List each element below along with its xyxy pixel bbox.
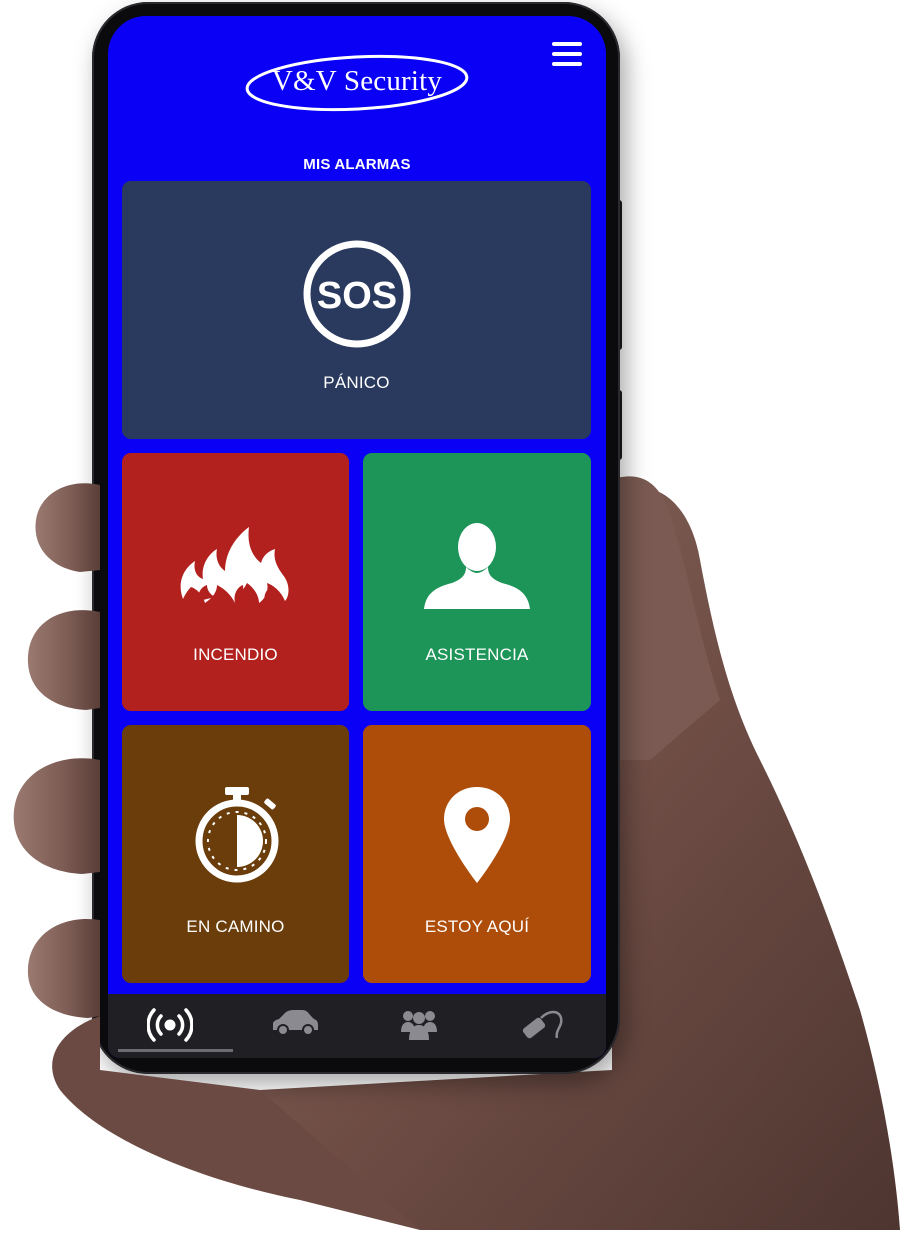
sos-text: SOS bbox=[317, 275, 397, 317]
stopwatch-icon bbox=[195, 787, 279, 883]
nav-vehicle[interactable] bbox=[233, 994, 358, 1058]
assistance-alarm-button[interactable]: ASISTENCIA bbox=[363, 453, 591, 711]
panic-label: PÁNICO bbox=[323, 373, 390, 392]
bottom-navigation bbox=[108, 994, 606, 1058]
on-the-way-alarm-button[interactable]: EN CAMINO bbox=[122, 725, 349, 983]
nav-remote[interactable] bbox=[482, 994, 607, 1058]
sos-icon: SOS bbox=[303, 240, 411, 348]
nav-alarms[interactable] bbox=[108, 994, 233, 1058]
fire-alarm-button[interactable]: INCENDIO bbox=[122, 453, 349, 711]
group-icon bbox=[401, 1011, 438, 1040]
assistance-label: ASISTENCIA bbox=[425, 645, 529, 664]
active-tab-indicator bbox=[118, 1049, 233, 1052]
brand-logo: V&V Security bbox=[242, 50, 472, 116]
on-the-way-label: EN CAMINO bbox=[186, 917, 285, 936]
fire-label: INCENDIO bbox=[193, 645, 278, 664]
flames-icon bbox=[180, 527, 289, 603]
car-icon bbox=[272, 1010, 318, 1036]
map-pin-icon bbox=[444, 787, 510, 883]
hamburger-menu-icon[interactable] bbox=[552, 42, 582, 66]
panic-alarm-button[interactable]: SOS PÁNICO bbox=[122, 181, 591, 439]
section-title: MIS ALARMAS bbox=[303, 156, 411, 173]
here-label: ESTOY AQUÍ bbox=[424, 917, 530, 936]
here-alarm-button[interactable]: ESTOY AQUÍ bbox=[363, 725, 591, 983]
alarm-broadcast-icon bbox=[147, 1008, 194, 1042]
nav-contacts[interactable] bbox=[357, 994, 482, 1058]
person-icon bbox=[424, 523, 530, 609]
remote-key-icon bbox=[522, 1010, 563, 1039]
app-screen: V&V Security MIS ALARMAS SOS PÁNICO INCE… bbox=[108, 16, 606, 1058]
logo-text: V&V Security bbox=[271, 65, 443, 97]
